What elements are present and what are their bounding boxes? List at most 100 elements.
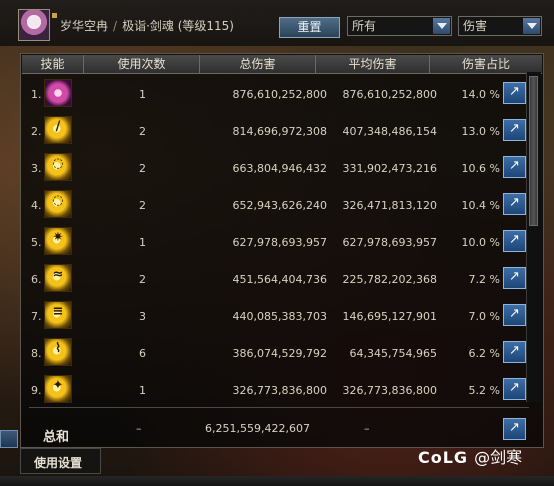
title-separator: / [113, 19, 118, 33]
table-row: 3. ◌ 2 663,804,946,432 331,902,473,216 10.6 % [21, 148, 543, 185]
scrollbar-thumb[interactable] [529, 76, 538, 226]
share-icon[interactable] [503, 82, 526, 104]
row-total-damage: 627,978,693,957 [232, 236, 327, 249]
row-average-damage: 146,695,127,901 [342, 310, 437, 323]
row-index: 3. [31, 162, 42, 175]
reset-button[interactable]: 重置 [279, 17, 340, 38]
watermark: CoLG @剑寒 [418, 444, 522, 468]
side-tab-icon[interactable] [0, 430, 18, 448]
row-uses: 6 [139, 347, 146, 360]
row-uses: 3 [139, 310, 146, 323]
row-uses: 2 [139, 125, 146, 138]
chevron-down-icon[interactable] [433, 18, 450, 34]
row-index: 9. [31, 384, 42, 397]
row-damage-share: 7.2 % [468, 273, 500, 286]
table-row: 5. ✷ 1 627,978,693,957 627,978,693,957 10.0 % [21, 222, 543, 259]
row-index: 5. [31, 236, 42, 249]
share-icon[interactable] [503, 267, 526, 289]
share-icon[interactable] [503, 119, 526, 141]
row-uses: 1 [139, 88, 146, 101]
skill-icon: ≡ [44, 301, 72, 329]
share-icon[interactable] [503, 378, 526, 400]
row-index: 2. [31, 125, 42, 138]
table-header: 技能 使用次数 总伤害 平均伤害 伤害占比 [22, 55, 542, 74]
row-index: 8. [31, 347, 42, 360]
share-icon[interactable] [503, 156, 526, 178]
row-total-damage: 876,610,252,800 [232, 88, 327, 101]
server-name: 岁华空冉 [60, 19, 109, 33]
watermark-text: @剑寒 [474, 448, 523, 467]
row-damage-share: 10.0 % [461, 236, 500, 249]
skill-icon: ≈ [44, 264, 72, 292]
row-damage-share: 10.6 % [461, 162, 500, 175]
row-damage-share: 5.2 % [468, 384, 500, 397]
share-icon[interactable] [503, 418, 526, 440]
row-total-damage: 440,085,383,703 [232, 310, 327, 323]
row-uses: 2 [139, 162, 146, 175]
row-damage-share: 14.0 % [461, 88, 500, 101]
skill-icon: ◌ [44, 190, 72, 218]
skill-icon: ⌇ [44, 338, 72, 366]
row-average-damage: 407,348,486,154 [342, 125, 437, 138]
filter-select[interactable]: 所有 [347, 16, 452, 36]
summary-divider [29, 407, 529, 408]
row-total-damage: 652,943,626,240 [232, 199, 327, 212]
skill-icon: ✦ [44, 375, 72, 403]
table-row: 6. ≈2 451,564,404,736 225,782,202,368 7.2 % [21, 259, 543, 296]
share-icon[interactable] [503, 230, 526, 252]
table-row: 7. ≡ 3 440,085,383,703 146,695,127,901 7.0 % [21, 296, 543, 333]
skill-icon [44, 79, 72, 107]
share-icon[interactable] [503, 193, 526, 215]
row-damage-share: 6.2 % [468, 347, 500, 360]
row-uses: 2 [139, 199, 146, 212]
character-name: 极诣·剑魂 [122, 19, 174, 33]
row-average-damage: 326,471,813,120 [342, 199, 437, 212]
row-damage-share: 13.0 % [461, 125, 500, 138]
col-total-damage: 总伤害 [200, 55, 316, 73]
col-damage-share: 伤害占比 [461, 57, 510, 71]
filter-select-value: 所有 [352, 19, 377, 33]
skill-icon: ◌ [44, 153, 72, 181]
character-avatar [18, 9, 50, 41]
damage-stats-panel: 技能 使用次数 总伤害 平均伤害 伤害占比 1. 1 876,610,252,800… [20, 53, 544, 448]
row-index: 1. [31, 88, 42, 101]
col-skill: 技能 [22, 55, 84, 73]
row-total-damage: 663,804,946,432 [232, 162, 327, 175]
row-total-damage: 386,074,529,792 [232, 347, 327, 360]
metric-select[interactable]: 伤害 [458, 16, 542, 36]
row-uses: 2 [139, 273, 146, 286]
row-average-damage: 225,782,202,368 [342, 273, 437, 286]
row-average-damage: 627,978,693,957 [342, 236, 437, 249]
col-uses: 使用次数 [84, 55, 200, 73]
avatar-badge-icon [52, 13, 57, 18]
row-average-damage: 331,902,473,216 [342, 162, 437, 175]
settings-label[interactable]: 使用设置 [34, 454, 82, 471]
chevron-down-icon[interactable] [523, 18, 540, 34]
row-damage-share: 10.4 % [461, 199, 500, 212]
metric-select-value: 伤害 [463, 19, 488, 33]
summary-average-damage: – [364, 422, 370, 435]
summary-label: 总和 [43, 430, 70, 445]
row-average-damage: 326,773,836,800 [342, 384, 437, 397]
summary-uses: – [136, 422, 142, 435]
character-level: (等级115) [177, 19, 234, 33]
row-average-damage: 64,345,754,965 [349, 347, 437, 360]
row-uses: 1 [139, 236, 146, 249]
row-index: 6. [31, 273, 42, 286]
row-total-damage: 451,564,404,736 [232, 273, 327, 286]
row-damage-share: 7.0 % [468, 310, 500, 323]
table-row: 1. 1 876,610,252,800 876,610,252,800 14.0 % [21, 74, 543, 111]
share-icon[interactable] [503, 304, 526, 326]
table-row: 8. ⌇ 6 386,074,529,792 64,345,754,965 6.2 % [21, 333, 543, 370]
col-average-damage: 平均伤害 [316, 55, 430, 73]
row-index: 4. [31, 199, 42, 212]
table-row: 9. ✦ 1 326,773,836,800 326,773,836,800 5.2 % [21, 370, 543, 407]
row-total-damage: 814,696,972,308 [232, 125, 327, 138]
row-average-damage: 876,610,252,800 [342, 88, 437, 101]
bottom-strip [0, 476, 554, 486]
share-icon[interactable] [503, 341, 526, 363]
table-row: 2. ∕ 2 814,696,972,308 407,348,486,154 13.0 % [21, 111, 543, 148]
table-row: 4. ◌ 2 652,943,626,240 326,471,813,120 10.4 % [21, 185, 543, 222]
watermark-logo: CoLG [418, 448, 469, 467]
character-title: 岁华空冉 / 极诣·剑魂 (等级115) [60, 17, 234, 34]
